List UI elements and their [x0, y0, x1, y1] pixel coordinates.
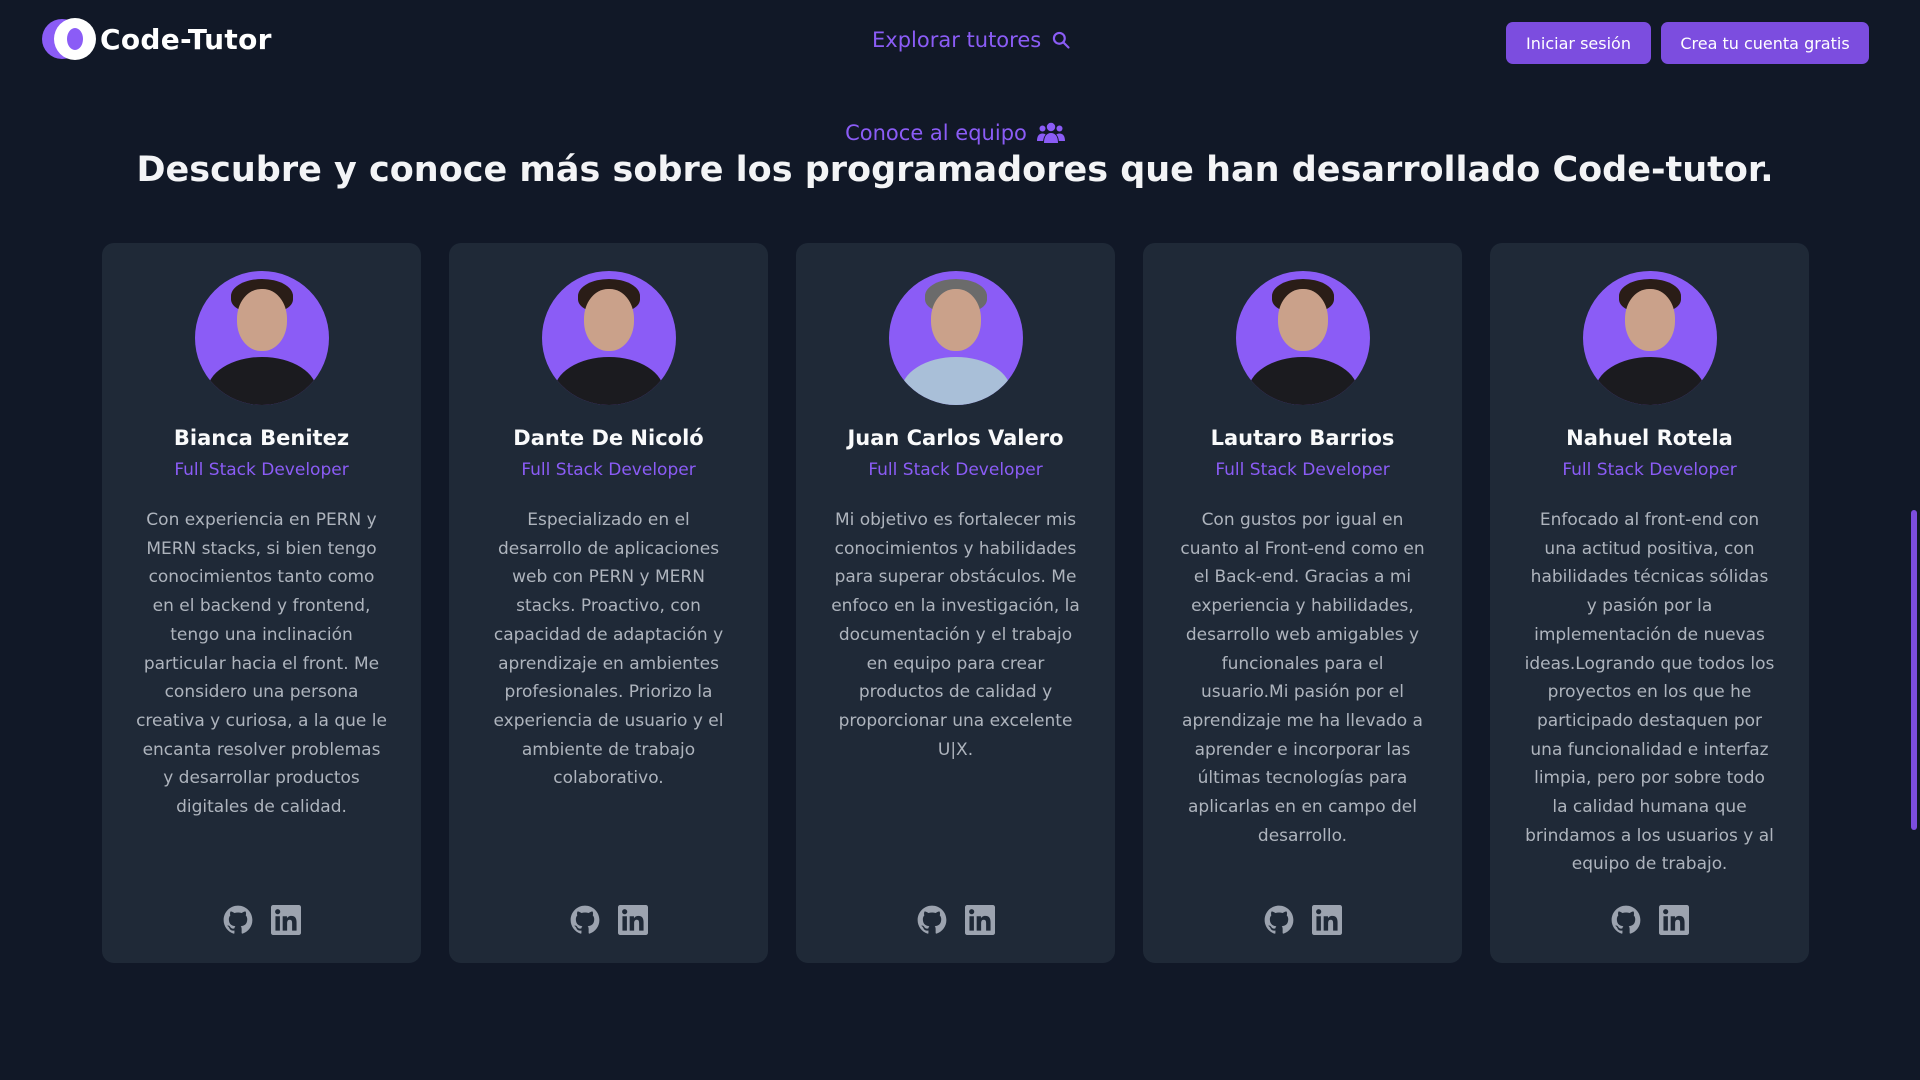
- signup-button[interactable]: Crea tu cuenta gratis: [1661, 22, 1869, 64]
- users-icon: [1036, 122, 1065, 143]
- team-card: Bianca Benitez Full Stack Developer Con …: [102, 243, 421, 963]
- section-eyebrow-label: Conoce al equipo: [845, 121, 1027, 145]
- member-bio: Con experiencia en PERN y MERN stacks, s…: [136, 510, 387, 818]
- member-role: Full Stack Developer: [174, 460, 349, 480]
- logo[interactable]: Code-Tutor: [42, 18, 272, 60]
- team-card: Juan Carlos Valero Full Stack Developer …: [796, 243, 1115, 963]
- avatar: [195, 271, 329, 405]
- avatar: [542, 271, 676, 405]
- github-icon[interactable]: [1264, 905, 1294, 935]
- avatar: [889, 271, 1023, 405]
- social-links: [1490, 905, 1809, 935]
- linkedin-icon[interactable]: [964, 905, 995, 935]
- login-button[interactable]: Iniciar sesión: [1506, 22, 1651, 64]
- explore-tutors-label: Explorar tutores: [872, 28, 1042, 52]
- top-navbar: Code-Tutor Explorar tutores Iniciar sesi…: [0, 0, 1920, 84]
- member-role: Full Stack Developer: [1215, 460, 1390, 480]
- github-icon[interactable]: [223, 905, 253, 935]
- search-icon: [1053, 31, 1070, 49]
- github-icon[interactable]: [1611, 905, 1641, 935]
- member-name: Dante De Nicoló: [513, 426, 704, 450]
- member-name: Nahuel Rotela: [1566, 426, 1733, 450]
- member-name: Bianca Benitez: [173, 426, 350, 450]
- logo-text: Code-Tutor: [100, 22, 272, 56]
- explore-tutors-link[interactable]: Explorar tutores: [872, 28, 1071, 52]
- github-icon[interactable]: [917, 905, 947, 935]
- linkedin-icon[interactable]: [617, 905, 648, 935]
- member-name: Juan Carlos Valero: [847, 426, 1064, 450]
- avatar: [1236, 271, 1370, 405]
- member-name: Lautaro Barrios: [1210, 426, 1395, 450]
- avatar: [1583, 271, 1717, 405]
- linkedin-icon[interactable]: [1311, 905, 1342, 935]
- member-bio: Enfocado al front-end con una actitud po…: [1524, 510, 1775, 875]
- logo-mark-icon: [42, 18, 96, 60]
- github-icon[interactable]: [570, 905, 600, 935]
- section-eyebrow: Conoce al equipo: [0, 121, 1910, 145]
- member-bio: Especializado en el desarrollo de aplica…: [493, 510, 724, 789]
- member-bio: Mi objetivo es fortalecer mis conocimien…: [831, 510, 1080, 760]
- team-cards: Bianca Benitez Full Stack Developer Con …: [102, 243, 1810, 963]
- section-title: Descubre y conoce más sobre los programa…: [136, 150, 1774, 190]
- social-links: [796, 905, 1115, 935]
- page-scrollbar[interactable]: [1911, 510, 1917, 830]
- team-card: Dante De Nicoló Full Stack Developer Esp…: [449, 243, 768, 963]
- social-links: [449, 905, 768, 935]
- team-card: Nahuel Rotela Full Stack Developer Enfoc…: [1490, 243, 1809, 963]
- social-links: [1143, 905, 1462, 935]
- page: Code-Tutor Explorar tutores Iniciar sesi…: [0, 0, 1920, 1080]
- linkedin-icon[interactable]: [270, 905, 301, 935]
- member-role: Full Stack Developer: [1562, 460, 1737, 480]
- linkedin-icon[interactable]: [1658, 905, 1689, 935]
- social-links: [102, 905, 421, 935]
- member-bio: Con gustos por igual en cuanto al Front-…: [1180, 510, 1425, 846]
- team-card: Lautaro Barrios Full Stack Developer Con…: [1143, 243, 1462, 963]
- member-role: Full Stack Developer: [521, 460, 696, 480]
- member-role: Full Stack Developer: [868, 460, 1043, 480]
